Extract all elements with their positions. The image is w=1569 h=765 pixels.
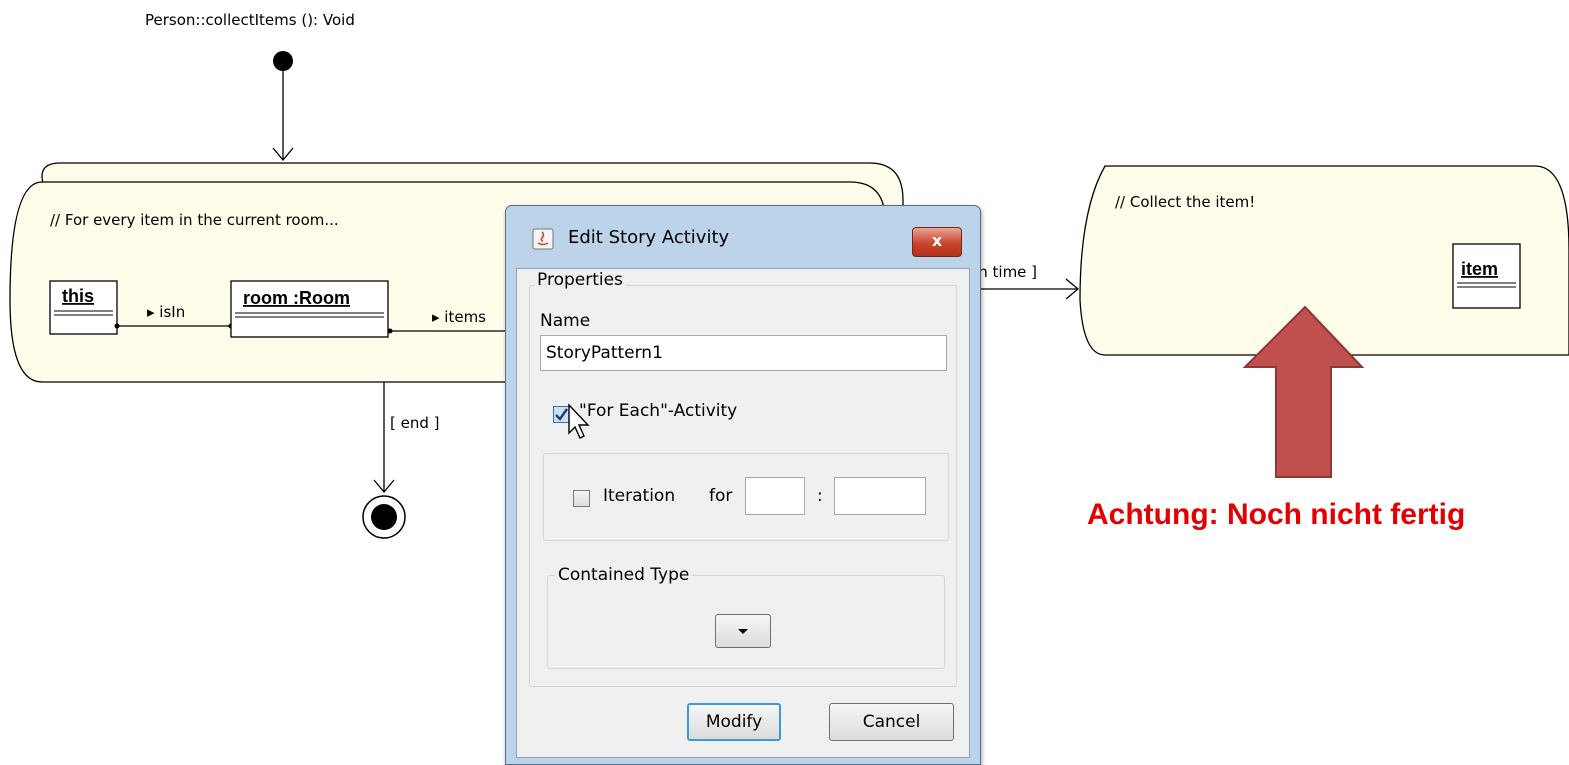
link-isin-label: ▸ isIn	[147, 303, 185, 321]
close-button[interactable]: x	[912, 227, 962, 257]
dialog-body: Properties Name StoryPattern1 "For Each"…	[516, 268, 970, 758]
start-node[interactable]	[273, 51, 293, 71]
edit-story-activity-dialog[interactable]: Edit Story Activity x Properties Name St…	[505, 205, 981, 765]
iteration-from-input[interactable]	[745, 477, 805, 515]
object-room-label: room :Room	[243, 288, 350, 308]
activity-collect-comment: // Collect the item!	[1115, 193, 1255, 211]
iteration-checkbox[interactable]	[573, 490, 590, 507]
object-this-label: this	[62, 286, 94, 306]
name-input[interactable]: StoryPattern1	[540, 335, 947, 371]
dialog-titlebar[interactable]: Edit Story Activity x	[506, 206, 980, 268]
method-signature: Person::collectItems (): Void	[145, 11, 355, 29]
contained-type-select[interactable]	[715, 614, 771, 648]
java-app-icon	[532, 228, 554, 250]
for-each-label: "For Each"-Activity	[579, 401, 738, 421]
name-label: Name	[540, 311, 591, 331]
contained-type-legend: Contained Type	[555, 565, 693, 585]
properties-legend: Properties	[534, 270, 626, 290]
iteration-colon: :	[817, 486, 823, 506]
modify-button[interactable]: Modify	[687, 703, 781, 741]
iteration-label: Iteration	[603, 486, 676, 506]
object-item-label: item	[1461, 259, 1498, 279]
for-label: for	[709, 486, 733, 506]
warning-text: Achtung: Noch nicht fertig	[1087, 498, 1466, 531]
link-items-label: ▸ items	[432, 308, 486, 326]
activity-foreach-comment: // For every item in the current room...	[50, 211, 339, 229]
chevron-down-icon	[738, 629, 748, 634]
dialog-title: Edit Story Activity	[568, 227, 730, 248]
iteration-to-input[interactable]	[834, 477, 926, 515]
transition-end-label: [ end ]	[390, 414, 440, 432]
cancel-button[interactable]: Cancel	[829, 703, 954, 741]
